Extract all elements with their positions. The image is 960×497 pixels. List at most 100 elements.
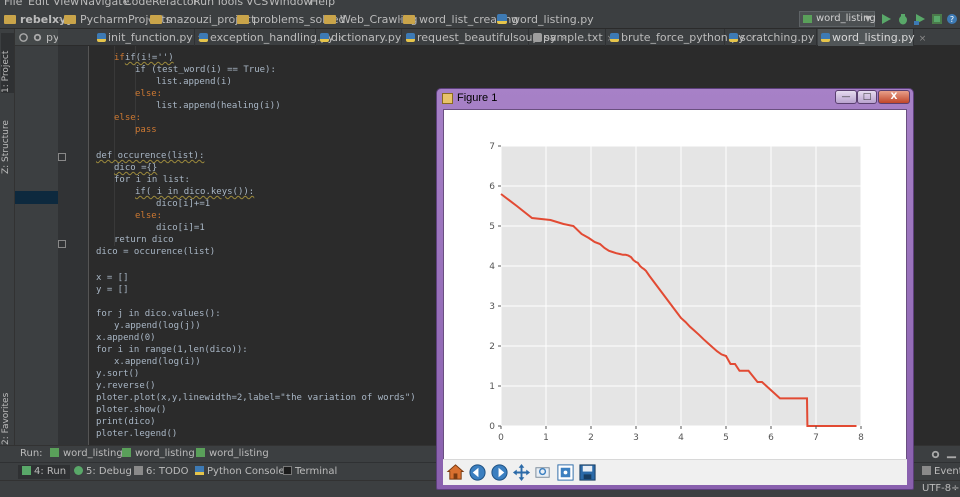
tab-brute-force-python[interactable]: brute_force_python.py × xyxy=(607,29,756,46)
project-tool-tab[interactable]: 1: Project xyxy=(1,33,14,93)
project-panel-header: py xyxy=(15,29,60,46)
pan-icon[interactable] xyxy=(512,463,531,482)
code-line: list.append(i) xyxy=(156,77,232,87)
tab-exception-handling[interactable]: exception_handling.py × xyxy=(196,29,346,46)
python-console-tool-button[interactable]: Python Console xyxy=(195,466,285,477)
hide-icon[interactable] xyxy=(946,449,957,460)
folder-icon xyxy=(403,15,415,24)
menu-window[interactable]: Window xyxy=(269,0,312,8)
y-tick-labels: 0 1 2 3 4 5 6 7 xyxy=(489,142,495,432)
code-line: for i in list: xyxy=(114,175,190,185)
menu-code[interactable]: Code xyxy=(124,0,152,8)
chart-svg: 0 1 2 3 4 5 6 7 8 0 1 2 3 4 5 6 7 xyxy=(489,142,864,443)
menu-navigate[interactable]: Navigate xyxy=(80,0,129,8)
file-encoding[interactable]: UTF-8÷ xyxy=(922,483,960,494)
menu-run[interactable]: Run xyxy=(193,0,214,8)
code-line: y.reverse() xyxy=(96,381,156,391)
event-log-icon xyxy=(922,466,931,475)
code-line: ploter.show() xyxy=(96,405,167,415)
back-icon[interactable] xyxy=(468,463,487,482)
y-tick-label: 0 xyxy=(489,422,495,432)
tab-label: sample.txt xyxy=(544,31,603,44)
run-tab[interactable]: word_listing xyxy=(50,448,123,459)
python-file-icon xyxy=(497,14,507,24)
debug-icon[interactable] xyxy=(897,13,909,25)
tab-request-beautifulsoup[interactable]: request_beautifulsoup.py × xyxy=(403,29,568,46)
close-button[interactable]: X xyxy=(878,90,910,104)
svg-text:?: ? xyxy=(950,15,954,24)
favorites-tool-tab[interactable]: 2: Favorites xyxy=(1,393,14,445)
todo-tool-button[interactable]: 6: TODO xyxy=(134,466,188,477)
code-line: print(dico) xyxy=(96,417,156,427)
x-tick-label: 7 xyxy=(813,433,819,443)
structure-tool-tab[interactable]: Z: Structure xyxy=(1,99,14,174)
code-text: def occurence(list): xyxy=(96,151,205,161)
gear-icon[interactable] xyxy=(930,449,941,460)
tab-word-listing[interactable]: word_listing.py × xyxy=(818,29,926,46)
breadcrumb-word-listing-py[interactable]: word_listing.py xyxy=(497,12,594,27)
code-line: y = [] xyxy=(96,285,129,295)
close-icon[interactable]: × xyxy=(919,34,927,44)
debug-tool-button[interactable]: 5: Debug xyxy=(74,466,132,477)
terminal-tool-button[interactable]: Terminal xyxy=(283,466,337,477)
folder-icon xyxy=(64,15,76,24)
python-config-icon xyxy=(50,448,59,457)
code-line: y.sort() xyxy=(96,369,140,379)
tab-sample-txt[interactable]: sample.txt× xyxy=(530,29,614,46)
tool-label: Terminal xyxy=(295,466,338,477)
zoom-icon[interactable] xyxy=(534,463,553,482)
run-tool-button[interactable]: 4: Run xyxy=(18,465,71,479)
menu-refactor[interactable]: Refactor xyxy=(152,0,198,8)
gear-icon[interactable] xyxy=(32,32,43,43)
minimize-button[interactable]: — xyxy=(835,90,857,104)
tab-scratching[interactable]: scratching.py× xyxy=(726,29,826,46)
python-config-icon xyxy=(196,448,205,457)
debug-icon xyxy=(74,466,83,475)
code-line: else: xyxy=(135,211,163,221)
menu-tools[interactable]: Tools xyxy=(216,0,243,8)
fold-marker-icon[interactable] xyxy=(58,240,66,248)
help-icon[interactable]: ? xyxy=(946,13,958,25)
code-line: pass xyxy=(135,125,157,135)
forward-icon[interactable] xyxy=(490,463,509,482)
project-tree-selected-row[interactable] xyxy=(15,191,58,204)
run-tab[interactable]: word_listing xyxy=(196,448,269,459)
run-coverage-icon[interactable] xyxy=(914,13,926,25)
tool-label: 4: Run xyxy=(34,466,67,477)
code-line: ploter.plot(x,y,linewidth=2,label="the v… xyxy=(96,393,416,403)
configure-subplots-icon[interactable] xyxy=(556,463,575,482)
figure-canvas[interactable]: 0 1 2 3 4 5 6 7 8 0 1 2 3 4 5 6 7 xyxy=(443,109,907,479)
menu-help[interactable]: Help xyxy=(310,0,335,8)
x-tick-label: 1 xyxy=(543,433,549,443)
stop-icon[interactable] xyxy=(931,13,943,25)
sync-icon[interactable] xyxy=(18,32,29,43)
navigation-bar: rebelxyy › PycharmProjects › mazouzi_pro… xyxy=(0,9,960,29)
x-tick-label: 0 xyxy=(498,433,504,443)
code-line: return dico xyxy=(114,235,174,245)
x-tick-label: 2 xyxy=(588,433,594,443)
tab-label: dictionary.py xyxy=(331,31,402,44)
code-line: list.append(healing(i)) xyxy=(156,101,281,111)
home-icon[interactable] xyxy=(446,463,465,482)
tab-init-function[interactable]: init_function.py× xyxy=(94,29,204,46)
event-log-tool-button[interactable]: Event L xyxy=(922,466,960,477)
menu-edit[interactable]: Edit xyxy=(28,0,49,8)
figure-toolbar xyxy=(443,459,907,485)
left-tool-window-bar: 1: Project Z: Structure 2: Favorites xyxy=(0,29,15,470)
menu-file[interactable]: File xyxy=(4,0,22,8)
run-tab[interactable]: word_listing xyxy=(122,448,195,459)
python-file-icon xyxy=(320,33,329,42)
menu-view[interactable]: View xyxy=(53,0,79,8)
python-config-icon xyxy=(803,15,812,23)
save-icon[interactable] xyxy=(578,463,597,482)
tab-label: init_function.py xyxy=(108,31,193,44)
maximize-button[interactable]: □ xyxy=(857,90,877,104)
code-line: if( i in dico.keys()): xyxy=(135,186,254,198)
run-configuration-select[interactable]: word_listing ▼ xyxy=(799,11,876,27)
code-line: if (test_word(i) == True): xyxy=(135,64,276,76)
menu-vcs[interactable]: VCS xyxy=(246,0,268,8)
tab-dictionary[interactable]: dictionary.py× xyxy=(317,29,413,46)
run-icon[interactable] xyxy=(880,13,892,25)
code-text: if (test_word(i) == True): xyxy=(135,65,276,75)
fold-marker-icon[interactable] xyxy=(58,153,66,161)
